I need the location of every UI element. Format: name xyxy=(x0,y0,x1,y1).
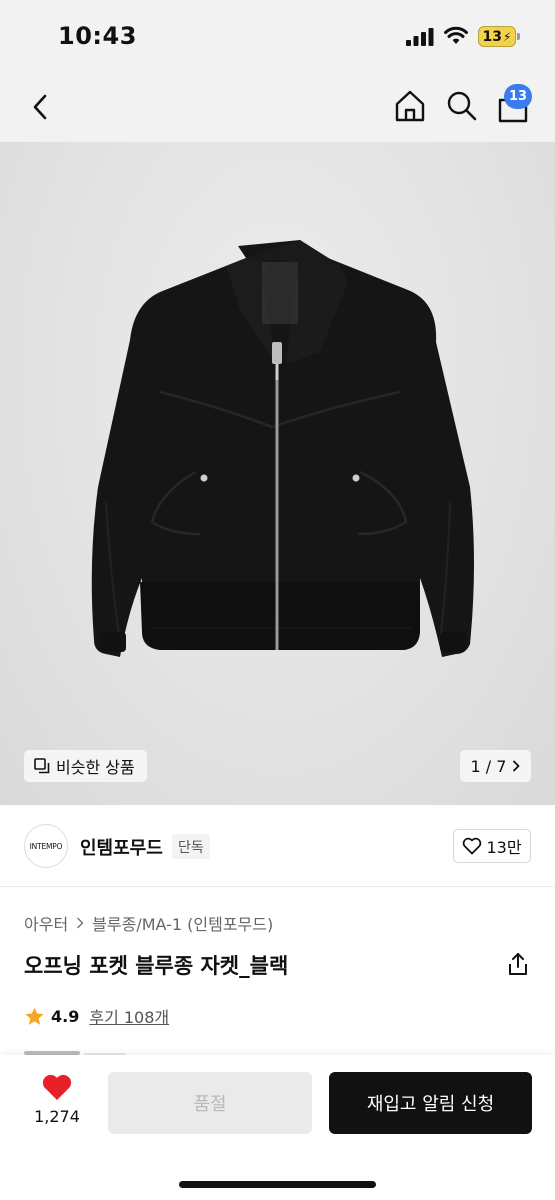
similar-items-icon xyxy=(34,758,50,774)
battery-indicator: 13 ⚡ xyxy=(478,26,516,47)
top-navigation xyxy=(0,72,555,142)
search-icon[interactable] xyxy=(446,89,478,123)
product-image xyxy=(91,240,474,657)
home-icon[interactable] xyxy=(394,89,426,123)
wishlist-button[interactable]: 1,274 xyxy=(28,1073,86,1135)
review-count-link[interactable]: 후기 108개 xyxy=(89,1004,169,1028)
image-counter-button[interactable]: 1 / 7 xyxy=(460,750,531,782)
product-detail-page: 10:43 13 ⚡ 13 비슷한 상품 1 / 7 INTEMPO 인템포무드… xyxy=(0,0,555,1200)
share-icon[interactable] xyxy=(507,952,529,976)
battery-tip xyxy=(517,33,520,40)
star-icon xyxy=(25,1007,44,1025)
brand-logo[interactable]: INTEMPO xyxy=(24,824,68,868)
exclusive-badge: 단독 xyxy=(172,834,210,859)
battery-level: 13 xyxy=(482,28,503,45)
sold-out-button: 품절 xyxy=(108,1072,312,1134)
similar-products-label: 비슷한 상품 xyxy=(56,758,135,777)
status-bar: 10:43 13 ⚡ xyxy=(0,0,555,72)
chevron-right-icon xyxy=(513,760,520,772)
charging-bolt-icon: ⚡ xyxy=(503,29,512,44)
brand-name[interactable]: 인템포무드 xyxy=(80,834,163,860)
brand-row: INTEMPO 인템포무드 단독 13만 xyxy=(0,805,555,887)
restock-alert-button[interactable]: 재입고 알림 신청 xyxy=(329,1072,532,1134)
brand-like-button[interactable]: 13만 xyxy=(453,829,531,863)
breadcrumb-item[interactable]: 아우터 xyxy=(24,911,68,935)
brand-like-count: 13만 xyxy=(486,838,522,857)
status-time: 10:43 xyxy=(58,22,137,50)
product-image-carousel[interactable]: 비슷한 상품 1 / 7 xyxy=(0,142,555,805)
cellular-signal-icon xyxy=(406,28,434,46)
cart-count-badge: 13 xyxy=(504,84,533,109)
image-counter-text: 1 / 7 xyxy=(470,756,507,776)
heart-filled-icon xyxy=(42,1074,72,1100)
similar-products-button[interactable]: 비슷한 상품 xyxy=(24,750,147,782)
heart-outline-icon xyxy=(463,837,482,855)
breadcrumb: 아우터 블루종/MA-1 (인템포무드) xyxy=(24,911,273,935)
wishlist-count: 1,274 xyxy=(34,1107,80,1126)
bottom-action-bar: 1,274 품절 재입고 알림 신청 xyxy=(0,1055,555,1200)
chevron-left-icon[interactable] xyxy=(28,90,52,124)
wifi-icon xyxy=(444,26,468,44)
rating-row: 4.9 후기 108개 xyxy=(24,1004,169,1028)
home-indicator xyxy=(179,1181,376,1188)
product-title: 오프닝 포켓 블루종 자켓_블랙 xyxy=(24,954,289,978)
breadcrumb-item[interactable]: 블루종/MA-1 (인템포무드) xyxy=(92,911,273,935)
chevron-right-icon xyxy=(77,917,84,929)
rating-score: 4.9 xyxy=(51,1006,80,1026)
